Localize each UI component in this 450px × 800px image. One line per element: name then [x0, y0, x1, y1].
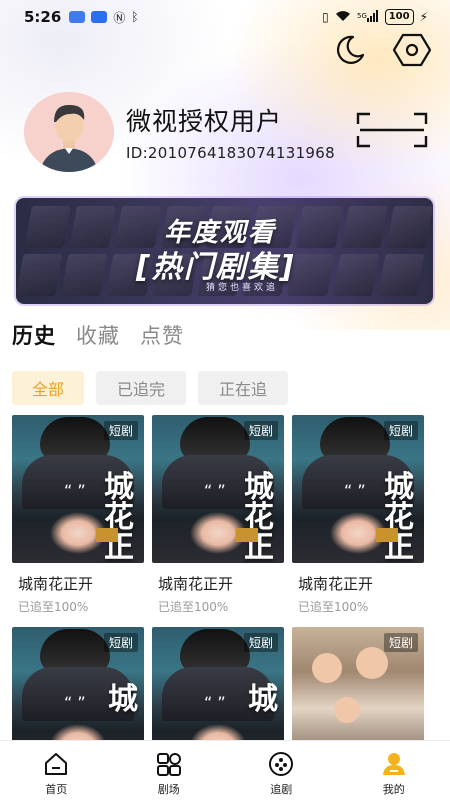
network-type-label: 5G	[357, 12, 367, 20]
bluetooth-icon: ᛒ	[131, 10, 139, 24]
bottom-navigation: 首页 剧场 追剧 我的	[0, 740, 450, 800]
poster-title-text: 城花正开	[104, 470, 134, 564]
profile-icon	[380, 751, 408, 777]
poster-title-text: 城	[248, 682, 278, 717]
nav-profile[interactable]: 我的	[338, 741, 450, 800]
status-time: 5:26	[24, 8, 62, 26]
poster-title-text: 城花正开	[384, 470, 414, 564]
watch-progress: 已追至100%	[18, 600, 89, 614]
status-bar: 5:26 Ⓝ ᛒ ▯ 5G 100 ⚡	[0, 0, 450, 34]
avatar[interactable]	[24, 92, 114, 172]
drama-poster: “ ” 城花正开 短剧	[12, 415, 144, 563]
vibrate-icon: ▯	[322, 10, 329, 24]
tab-likes[interactable]: 点赞	[140, 320, 184, 350]
signal-icon: 5G	[357, 9, 379, 25]
short-drama-badge: 短剧	[103, 421, 138, 440]
status-system-icons: ▯ 5G 100 ⚡	[322, 9, 428, 25]
follow-icon	[267, 751, 295, 777]
hexagon-settings-icon[interactable]	[392, 30, 432, 70]
status-notification-icons: Ⓝ ᛒ	[69, 9, 139, 26]
history-grid: “ ” 城花正开 短剧 城南花正开 已追至100% “ ” 城花正开 短剧 城南…	[12, 415, 424, 775]
filter-finished[interactable]: 已追完	[96, 371, 186, 405]
moon-icon[interactable]	[330, 30, 370, 70]
top-actions	[330, 30, 432, 70]
nav-home[interactable]: 首页	[0, 741, 113, 800]
poster-title-text: 城	[108, 682, 138, 717]
drama-card[interactable]: “ ” 城花正开 短剧 城南花正开 已追至100%	[152, 415, 284, 615]
drama-poster: “ ” 城花正开 短剧	[292, 415, 424, 563]
nav-home-label: 首页	[45, 783, 68, 796]
short-drama-badge: 短剧	[383, 633, 418, 652]
nav-profile-label: 我的	[382, 783, 405, 796]
drama-title: 城南花正开	[298, 575, 374, 593]
short-drama-badge: 短剧	[243, 633, 278, 652]
nav-theater-label: 剧场	[157, 783, 180, 796]
watch-progress: 已追至100%	[158, 600, 229, 614]
filter-all[interactable]: 全部	[12, 371, 84, 405]
short-drama-badge: 短剧	[103, 633, 138, 652]
content-tabs: 历史 收藏 点赞	[12, 320, 184, 350]
home-icon	[42, 751, 70, 777]
short-drama-badge: 短剧	[383, 421, 418, 440]
tab-favorites[interactable]: 收藏	[76, 320, 120, 350]
nav-follow-label: 追剧	[270, 783, 293, 796]
charging-icon: ⚡	[419, 10, 428, 24]
filter-watching[interactable]: 正在追	[198, 371, 288, 405]
poster-title-text: 城花正开	[244, 470, 274, 564]
profile-user-id: ID:2010764183074131968	[126, 144, 335, 162]
drama-poster: “ ” 城花正开 短剧	[152, 415, 284, 563]
filter-chips: 全部 已追完 正在追	[12, 371, 288, 405]
app-notification-icon	[69, 11, 86, 23]
drama-title: 城南花正开	[18, 575, 94, 593]
nav-theater[interactable]: 剧场	[113, 741, 226, 800]
profile-header: 微视授权用户 ID:2010764183074131968	[24, 92, 335, 172]
battery-indicator: 100	[384, 9, 414, 25]
drama-card[interactable]: “ ” 城花正开 短剧 城南花正开 已追至100%	[292, 415, 424, 615]
drama-card[interactable]: “ ” 城花正开 短剧 城南花正开 已追至100%	[12, 415, 144, 615]
scan-icon[interactable]	[356, 112, 428, 148]
nfc-icon: Ⓝ	[113, 10, 126, 25]
drama-title: 城南花正开	[158, 575, 234, 593]
profile-username: 微视授权用户	[126, 107, 283, 136]
nav-follow[interactable]: 追剧	[225, 741, 338, 800]
wifi-icon	[335, 10, 351, 25]
watch-progress: 已追至100%	[298, 600, 369, 614]
promo-banner[interactable]: 年度观看 [热门剧集] 猜您也喜欢追	[16, 198, 433, 304]
theater-icon	[155, 751, 183, 777]
tab-history[interactable]: 历史	[12, 320, 56, 350]
message-notification-icon	[91, 11, 108, 23]
short-drama-badge: 短剧	[243, 421, 278, 440]
banner-subtitle: 猜您也喜欢追	[206, 283, 279, 293]
